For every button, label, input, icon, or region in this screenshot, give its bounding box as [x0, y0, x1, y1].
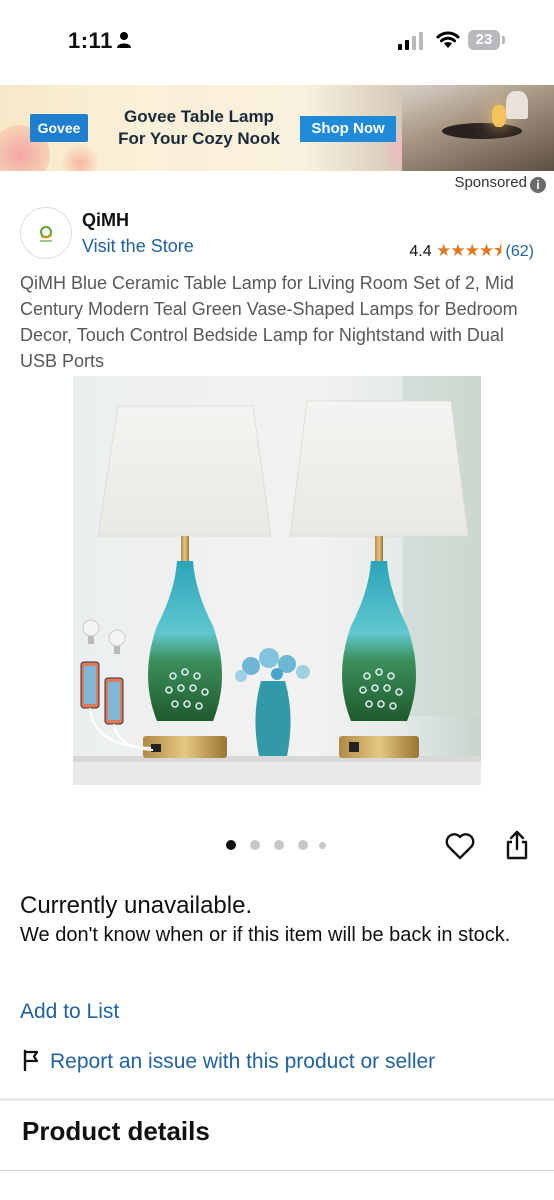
report-issue-link[interactable]: Report an issue with this product or sel…	[22, 1049, 435, 1074]
ad-headline: Govee Table Lamp For Your Cozy Nook	[104, 106, 294, 150]
rating-stars-icon: ★★★★⯨	[436, 241, 502, 260]
report-issue-text[interactable]: Report an issue with this product or sel…	[50, 1050, 435, 1073]
brand-name: QiMH	[82, 210, 129, 230]
ad-headline-line1: Govee Table Lamp	[124, 107, 274, 126]
ad-headline-line2: For Your Cozy Nook	[118, 129, 280, 148]
shop-now-button[interactable]: Shop Now	[300, 116, 396, 142]
govee-logo: Govee	[30, 114, 88, 142]
rating-value: 4.4	[409, 243, 432, 260]
carousel-dot[interactable]	[319, 842, 326, 849]
ad-lamp-glow	[492, 105, 506, 127]
product-image[interactable]	[73, 376, 481, 785]
ad-person	[506, 91, 528, 119]
rating-count[interactable]: (62)	[506, 243, 534, 260]
add-to-list-link[interactable]: Add to List	[20, 1000, 119, 1024]
ad-table	[442, 123, 522, 139]
ad-lamp-image	[402, 85, 554, 171]
status-bar: 1:11 23	[0, 0, 554, 84]
sponsored-label[interactable]: Sponsored i	[454, 174, 546, 193]
carousel-dot[interactable]	[250, 840, 260, 850]
availability-detail: We don't know when or if this item will …	[20, 924, 511, 946]
share-icon[interactable]	[505, 830, 529, 860]
visit-store-link[interactable]: Visit the Store	[82, 236, 194, 257]
heart-icon[interactable]	[445, 832, 475, 860]
info-icon[interactable]: i	[530, 177, 546, 193]
sponsored-text: Sponsored	[454, 174, 527, 191]
flag-icon	[23, 1049, 39, 1071]
sponsored-ad-banner[interactable]: Govee Govee Table Lamp For Your Cozy Noo…	[0, 85, 554, 171]
rating-summary[interactable]: 4.4 ★★★★⯨ (62)	[409, 238, 534, 267]
battery-icon: 23	[468, 30, 500, 50]
ad-decoration	[60, 143, 100, 171]
section-divider	[0, 1170, 554, 1171]
wifi-icon	[436, 31, 460, 48]
table-surface	[73, 761, 481, 785]
brand-logo[interactable]	[20, 207, 72, 259]
product-details-header[interactable]: Product details	[22, 1116, 210, 1147]
status-time: 1:11	[68, 28, 113, 53]
carousel-dot[interactable]	[298, 840, 308, 850]
availability-status: Currently unavailable.	[20, 892, 253, 919]
signal-icon	[398, 32, 423, 50]
product-title: QiMH Blue Ceramic Table Lamp for Living …	[20, 273, 518, 371]
person-icon	[117, 32, 131, 48]
battery-cap	[502, 36, 505, 44]
section-divider	[0, 1098, 554, 1101]
qimh-logo-icon	[40, 226, 53, 242]
carousel-dot[interactable]	[226, 840, 236, 850]
carousel-dot[interactable]	[274, 840, 284, 850]
